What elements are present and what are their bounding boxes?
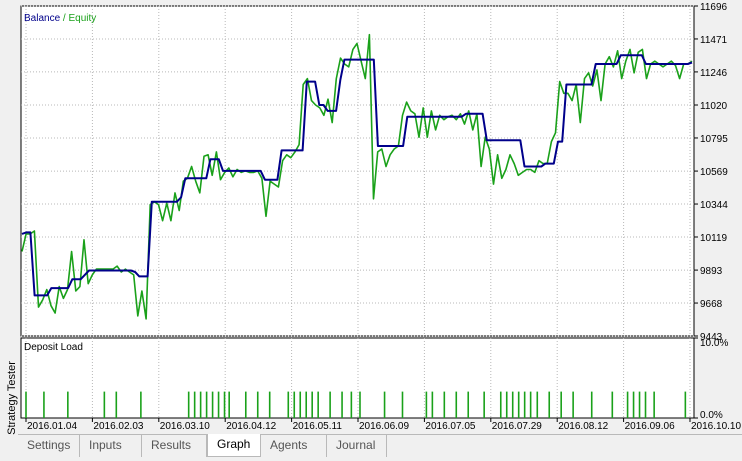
- y-tick-label: 11020: [700, 101, 728, 112]
- y-tick-label: 11471: [700, 35, 728, 46]
- y-tick-label: 10119: [700, 233, 728, 244]
- legend-balance: Balance: [24, 13, 61, 24]
- x-tick-label: 2016.05.11: [293, 421, 343, 432]
- y-tick-label: 10795: [700, 134, 728, 145]
- x-tick-label: 2016.03.10: [160, 421, 210, 432]
- y-tick-label: 10569: [700, 167, 728, 178]
- y-tick-label: 9893: [700, 266, 723, 277]
- x-tick-label: 2016.07.29: [492, 421, 542, 432]
- tester-tab-bar: Settings Inputs Results Graph Agents Journal: [18, 434, 742, 461]
- y-tick-label: 10344: [700, 200, 728, 211]
- deposit-load-y-tick-label: 10.0%: [700, 338, 728, 349]
- y-tick-label: 11246: [700, 68, 728, 79]
- tab-results[interactable]: Results: [142, 435, 207, 457]
- x-tick-label: 2016.09.06: [625, 421, 675, 432]
- x-tick-label: 2016.01.04: [27, 421, 77, 432]
- x-tick-label: 2016.04.12: [226, 421, 276, 432]
- legend-equity: Equity: [68, 13, 96, 24]
- strategy-tester-label: Strategy Tester: [6, 361, 18, 435]
- x-tick-label: 2016.02.03: [93, 421, 143, 432]
- balance-equity-chart: 11696 11471 11246 11020 10795 10569 10344 10119…: [18, 0, 742, 434]
- tab-journal[interactable]: Journal: [327, 435, 387, 457]
- y-tick-label: 9668: [700, 299, 723, 310]
- x-tick-label: 2016.08.12: [558, 421, 608, 432]
- tab-agents[interactable]: Agents: [261, 435, 327, 457]
- x-tick-label: 2016.07.05: [425, 421, 475, 432]
- tab-settings[interactable]: Settings: [18, 435, 80, 457]
- strategy-tester-side-panel[interactable]: Strategy Tester: [0, 0, 19, 435]
- legend-separator: /: [60, 13, 68, 24]
- x-tick-label: 2016.10.10: [691, 421, 741, 432]
- y-tick-label: 11696: [700, 2, 728, 13]
- x-tick-label: 2016.06.09: [359, 421, 409, 432]
- x-axis-ticks: 2016.01.04 2016.02.03 2016.03.10 2016.04.12…: [25, 418, 741, 432]
- chart-legend: Balance / Equity: [24, 13, 96, 24]
- deposit-load-title: Deposit Load: [24, 342, 83, 353]
- tab-inputs[interactable]: Inputs: [80, 435, 142, 457]
- tab-graph[interactable]: Graph: [207, 434, 261, 457]
- deposit-load-y-tick-label: 0.0%: [700, 410, 723, 421]
